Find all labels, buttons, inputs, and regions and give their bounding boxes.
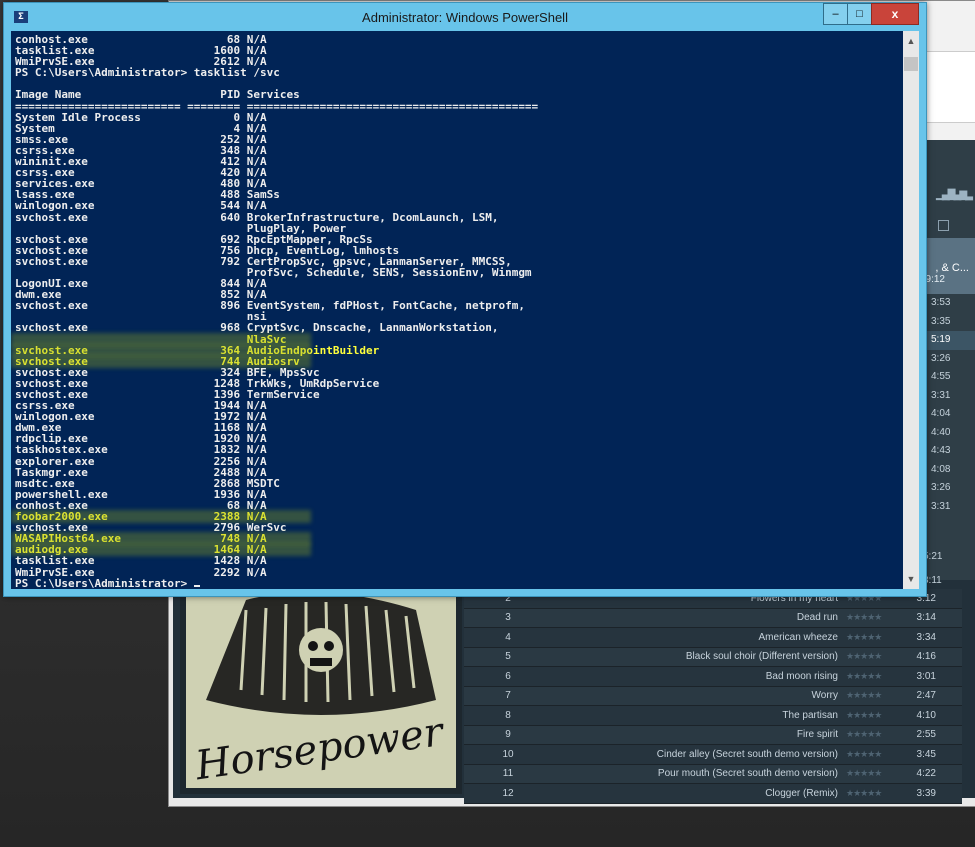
track-length: 4:22 bbox=[916, 768, 936, 780]
track-rating[interactable]: ★★★★★ bbox=[846, 690, 896, 701]
track-length: 4:10 bbox=[916, 709, 936, 721]
scroll-down-icon[interactable]: ▼ bbox=[903, 571, 919, 587]
track-number: 8 bbox=[505, 709, 511, 721]
track-number: 5 bbox=[505, 651, 511, 663]
track-title: Black soul choir (Different version) bbox=[685, 651, 838, 663]
side-track-time[interactable]: 3:31 bbox=[923, 498, 975, 517]
track-length: 2:55 bbox=[916, 729, 936, 741]
side-track-time[interactable]: 4:08 bbox=[923, 461, 975, 480]
console-line: Image Name PID Services bbox=[15, 88, 300, 102]
now-playing-time: 9:12 bbox=[925, 274, 945, 285]
side-track-time[interactable]: 4:40 bbox=[923, 424, 975, 443]
album-art: Horsepower bbox=[186, 590, 456, 788]
console-output[interactable]: conhost.exe 68 N/A tasklist.exe 1600 N/A W… bbox=[11, 31, 903, 589]
window-controls: – □ x bbox=[823, 3, 919, 25]
track-row[interactable]: 7 Worry ★★★★★ 2:47 bbox=[464, 686, 962, 706]
console-line: WmiPrvSE.exe 2292 N/A bbox=[15, 565, 267, 579]
window-title: Administrator: Windows PowerShell bbox=[362, 10, 568, 25]
track-title: Fire spirit bbox=[796, 729, 838, 741]
scroll-thumb[interactable] bbox=[904, 57, 918, 71]
track-number: 3 bbox=[505, 612, 511, 624]
track-title: The partisan bbox=[782, 709, 838, 721]
console-line: svchost.exe 640 BrokerInfrastructure, Dc… bbox=[15, 210, 499, 224]
track-row[interactable]: 5 Black soul choir (Different version) ★★★… bbox=[464, 647, 962, 667]
track-number: 9 bbox=[505, 729, 511, 741]
scroll-up-icon[interactable]: ▲ bbox=[903, 33, 919, 49]
side-track-times: 3:53 3:35 5:19 3:26 4:55 3:31 4:04 4:40 4:43 4:08… bbox=[923, 294, 975, 516]
track-row[interactable]: 9 Fire spirit ★★★★★ 2:55 bbox=[464, 725, 962, 745]
console-line: taskhostex.exe 1832 N/A bbox=[15, 443, 267, 457]
track-row[interactable]: 3 Dead run ★★★★★ 3:14 bbox=[464, 608, 962, 628]
track-number: 4 bbox=[505, 631, 511, 643]
track-length: 3:01 bbox=[916, 670, 936, 682]
title-bar[interactable]: Σ Administrator: Windows PowerShell – □ … bbox=[4, 3, 926, 31]
track-rating[interactable]: ★★★★★ bbox=[846, 632, 896, 643]
console-line: explorer.exe 2256 N/A bbox=[15, 454, 267, 468]
side-track-time[interactable]: 3:35 bbox=[923, 313, 975, 332]
track-title: American wheeze bbox=[758, 631, 838, 643]
text-cursor bbox=[193, 584, 200, 587]
track-rating[interactable]: ★★★★★ bbox=[846, 671, 896, 682]
track-number: 6 bbox=[505, 670, 511, 682]
track-rating[interactable]: ★★★★★ bbox=[846, 768, 896, 779]
console-line: tasklist.exe 1428 N/A bbox=[15, 554, 267, 568]
side-track-time[interactable]: 5:19 bbox=[923, 331, 975, 350]
album-art-image: Horsepower bbox=[186, 590, 456, 788]
track-row[interactable]: 4 American wheeze ★★★★★ 3:34 bbox=[464, 628, 962, 648]
side-track-time[interactable]: 4:43 bbox=[923, 442, 975, 461]
track-row[interactable]: 12 Clogger (Remix) ★★★★★ 3:39 bbox=[464, 784, 962, 804]
track-title: Dead run bbox=[796, 612, 838, 624]
playlist-track-list[interactable]: 2 Flowers in my heart ★★★★★ 3:12 3 Dead run ★★… bbox=[464, 589, 962, 804]
side-track-time[interactable]: 3:31 bbox=[923, 387, 975, 406]
track-number: 7 bbox=[505, 690, 511, 702]
console-line: winlogon.exe 544 N/A bbox=[15, 199, 267, 213]
track-length: 3:45 bbox=[916, 748, 936, 760]
console-line: ========================= ======== =====… bbox=[15, 99, 539, 113]
side-track-time[interactable]: 3:26 bbox=[923, 479, 975, 498]
minimize-button[interactable]: – bbox=[823, 3, 848, 25]
console-text: conhost.exe 68 N/A tasklist.exe 1600 N/A W… bbox=[15, 34, 538, 589]
powershell-window[interactable]: Σ Administrator: Windows PowerShell – □ … bbox=[3, 2, 927, 597]
track-number: 12 bbox=[502, 787, 514, 799]
side-track-time[interactable]: 3:53 bbox=[923, 294, 975, 313]
maximize-button[interactable]: □ bbox=[847, 3, 872, 25]
track-rating[interactable]: ★★★★★ bbox=[846, 749, 896, 760]
now-playing-title: , & C... bbox=[935, 262, 969, 274]
track-row[interactable]: 6 Bad moon rising ★★★★★ 3:01 bbox=[464, 667, 962, 687]
track-length: 3:34 bbox=[916, 631, 936, 643]
player-panel-strip bbox=[924, 51, 975, 123]
track-length: 4:16 bbox=[916, 651, 936, 663]
close-button[interactable]: x bbox=[871, 3, 919, 25]
track-length: 3:39 bbox=[916, 787, 936, 799]
restore-icon[interactable] bbox=[938, 220, 949, 231]
track-row[interactable]: 8 The partisan ★★★★★ 4:10 bbox=[464, 706, 962, 726]
side-track-time[interactable]: 3:26 bbox=[923, 350, 975, 369]
track-rating[interactable]: ★★★★★ bbox=[846, 651, 896, 662]
track-number: 11 bbox=[502, 768, 514, 780]
track-length: 3:14 bbox=[916, 612, 936, 624]
track-rating[interactable]: ★★★★★ bbox=[846, 729, 896, 740]
track-title: Pour mouth (Secret south demo version) bbox=[657, 768, 838, 780]
track-rating[interactable]: ★★★★★ bbox=[846, 788, 896, 799]
track-number: 10 bbox=[502, 748, 514, 760]
side-track-time[interactable]: 4:04 bbox=[923, 405, 975, 424]
prompt-line: PS C:\Users\Administrator> bbox=[15, 577, 538, 589]
track-rating[interactable]: ★★★★★ bbox=[846, 612, 896, 623]
spectrum-visualizer: ▁▃▆▃▅▂ bbox=[936, 186, 973, 201]
track-title: Bad moon rising bbox=[765, 670, 838, 682]
side-track-time[interactable]: 4:55 bbox=[923, 368, 975, 387]
console-line: PS C:\Users\Administrator> tasklist /svc bbox=[15, 66, 280, 80]
track-title: Cinder alley (Secret south demo version) bbox=[656, 748, 838, 760]
track-length: 2:47 bbox=[916, 690, 936, 702]
track-rating[interactable]: ★★★★★ bbox=[846, 710, 896, 721]
track-title: Clogger (Remix) bbox=[765, 787, 838, 799]
track-title: Worry bbox=[811, 690, 838, 702]
vertical-scrollbar[interactable]: ▲ ▼ bbox=[903, 31, 919, 589]
track-row[interactable]: 10 Cinder alley (Secret south demo versio… bbox=[464, 745, 962, 765]
track-row[interactable]: 11 Pour mouth (Secret south demo version)… bbox=[464, 764, 962, 784]
